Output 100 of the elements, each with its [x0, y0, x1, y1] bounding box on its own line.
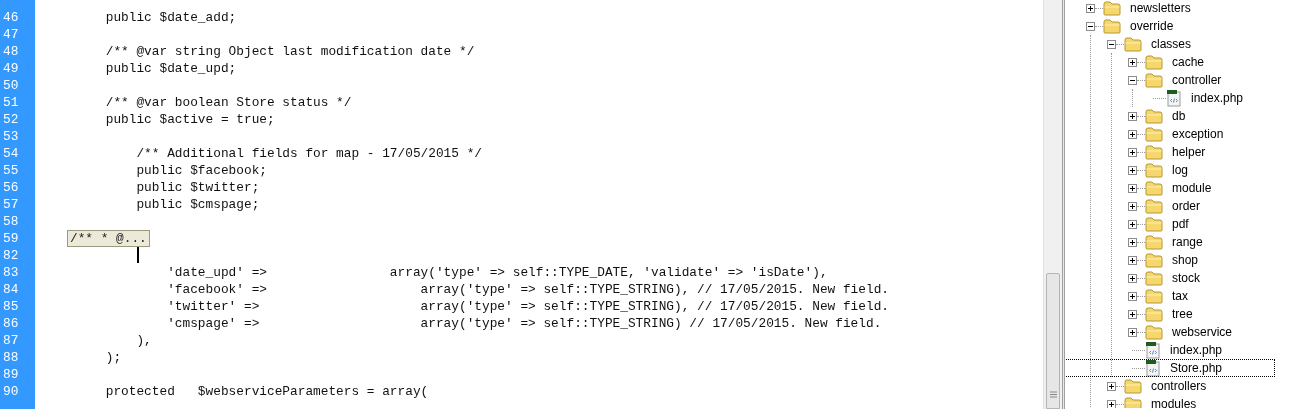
expand-icon[interactable] — [1128, 147, 1137, 157]
tree-label: index.php — [1170, 342, 1223, 359]
expand-icon[interactable] — [1128, 183, 1137, 193]
fold-connector — [137, 246, 139, 263]
code-line: 'cmspage' => array('type' => self::TYPE_STRING) // 17/05/2015. New field. — [166, 316, 882, 331]
expand-icon[interactable] — [1128, 291, 1137, 301]
expand-icon[interactable] — [1128, 57, 1137, 67]
tree-item[interactable]: stock — [1065, 269, 1275, 287]
tree-label: modules — [1151, 396, 1197, 408]
tree-item[interactable]: newsletters — [1065, 0, 1307, 17]
line-number: 88 — [2, 349, 20, 366]
code-line: /** Additional fields for map - 17/05/2015 */ — [135, 146, 482, 161]
line-number: 87 — [2, 332, 20, 349]
expand-icon[interactable] — [1086, 3, 1095, 13]
folder-icon — [1145, 126, 1163, 142]
code-line: public $twitter; — [135, 180, 260, 195]
expand-icon[interactable] — [1128, 129, 1137, 139]
tree-label: controllers — [1151, 378, 1207, 395]
tree-item[interactable]: controller — [1065, 71, 1275, 89]
line-number: 90 — [2, 383, 20, 400]
folder-icon — [1124, 378, 1142, 394]
expand-icon[interactable] — [1107, 399, 1116, 408]
line-number: 46 — [2, 9, 20, 26]
line-number: 56 — [2, 179, 20, 196]
folder-icon — [1103, 18, 1121, 34]
tree-item[interactable]: module — [1065, 179, 1275, 197]
expand-icon[interactable] — [1128, 255, 1137, 265]
tree-item[interactable]: classes — [1065, 35, 1291, 53]
tree-label: db — [1172, 108, 1186, 125]
folder-icon — [1145, 324, 1163, 340]
tree-item[interactable]: log — [1065, 161, 1275, 179]
line-number: 82 — [2, 247, 20, 264]
tree-item[interactable]: index.php — [1065, 89, 1259, 107]
folder-icon — [1145, 54, 1163, 70]
tree-item[interactable]: helper — [1065, 143, 1275, 161]
folded-code-block[interactable]: /** * @... — [67, 230, 150, 247]
php-file-icon — [1166, 89, 1182, 107]
tree-item[interactable]: shop — [1065, 251, 1275, 269]
collapse-icon[interactable] — [1107, 39, 1116, 49]
tree-item[interactable]: controllers — [1065, 377, 1291, 395]
line-number: 59 — [2, 230, 20, 247]
folder-icon — [1103, 0, 1121, 16]
code-line: ); — [104, 350, 122, 365]
expand-icon[interactable] — [1128, 327, 1137, 337]
tree-item[interactable]: tax — [1065, 287, 1275, 305]
tree-item[interactable]: webservice — [1065, 323, 1275, 341]
tree-item[interactable]: range — [1065, 233, 1275, 251]
tree-label: order — [1172, 198, 1200, 215]
code-line: protected $webserviceParameters = array( — [104, 384, 429, 399]
code-line: public $cmspage; — [135, 197, 260, 212]
folder-icon — [1145, 162, 1163, 178]
code-line: public $date_add; — [104, 10, 237, 25]
tree-label: webservice — [1172, 324, 1233, 341]
tree-item[interactable]: override — [1065, 17, 1307, 35]
tree-item[interactable]: Store.php — [1065, 359, 1275, 377]
line-number: 49 — [2, 60, 20, 77]
line-number: 58 — [2, 213, 20, 230]
php-file-icon — [1145, 341, 1161, 359]
line-number: 48 — [2, 43, 20, 60]
tree-item[interactable]: tree — [1065, 305, 1275, 323]
folder-icon — [1145, 144, 1163, 160]
line-number: 51 — [2, 94, 20, 111]
line-number: 57 — [2, 196, 20, 213]
tree-label: pdf — [1172, 216, 1189, 233]
expand-icon[interactable] — [1128, 165, 1137, 175]
tree-label: tax — [1172, 288, 1188, 305]
scrollbar[interactable] — [1043, 0, 1062, 409]
folder-icon — [1124, 36, 1142, 52]
tree-label: cache — [1172, 54, 1205, 71]
code-line: /** @var boolean Store status */ — [104, 95, 352, 110]
tree-item[interactable]: cache — [1065, 53, 1275, 71]
collapse-icon[interactable] — [1128, 75, 1137, 85]
folder-icon — [1145, 180, 1163, 196]
folder-icon — [1145, 234, 1163, 250]
code-line: /** @var string Object last modification date */ — [104, 44, 475, 59]
expand-icon[interactable] — [1128, 111, 1137, 121]
tree-item[interactable]: pdf — [1065, 215, 1275, 233]
folder-icon — [1145, 216, 1163, 232]
expand-icon[interactable] — [1128, 237, 1137, 247]
code-line: 'date_upd' => array('type' => self::TYPE_DATE, 'validate' => 'isDate'), — [166, 265, 828, 280]
folder-icon — [1145, 306, 1163, 322]
tree-label: helper — [1172, 144, 1206, 161]
tree-item[interactable]: modules — [1065, 395, 1291, 408]
folder-icon — [1124, 396, 1142, 408]
tree-label: range — [1172, 234, 1203, 251]
line-number: 86 — [2, 315, 20, 332]
collapse-icon[interactable] — [1086, 21, 1095, 31]
tree-item[interactable]: index.php — [1065, 341, 1275, 359]
expand-icon[interactable] — [1128, 273, 1137, 283]
line-number: 55 — [2, 162, 20, 179]
tree-item[interactable]: exception — [1065, 125, 1275, 143]
expand-icon[interactable] — [1128, 219, 1137, 229]
expand-icon[interactable] — [1107, 381, 1116, 391]
expand-icon[interactable] — [1128, 309, 1137, 319]
expand-icon[interactable] — [1128, 201, 1137, 211]
tree-label: Store.php — [1170, 360, 1223, 377]
tree-label: tree — [1172, 306, 1193, 323]
tree-item[interactable]: order — [1065, 197, 1275, 215]
code-line: ), — [135, 333, 152, 348]
tree-item[interactable]: db — [1065, 107, 1275, 125]
